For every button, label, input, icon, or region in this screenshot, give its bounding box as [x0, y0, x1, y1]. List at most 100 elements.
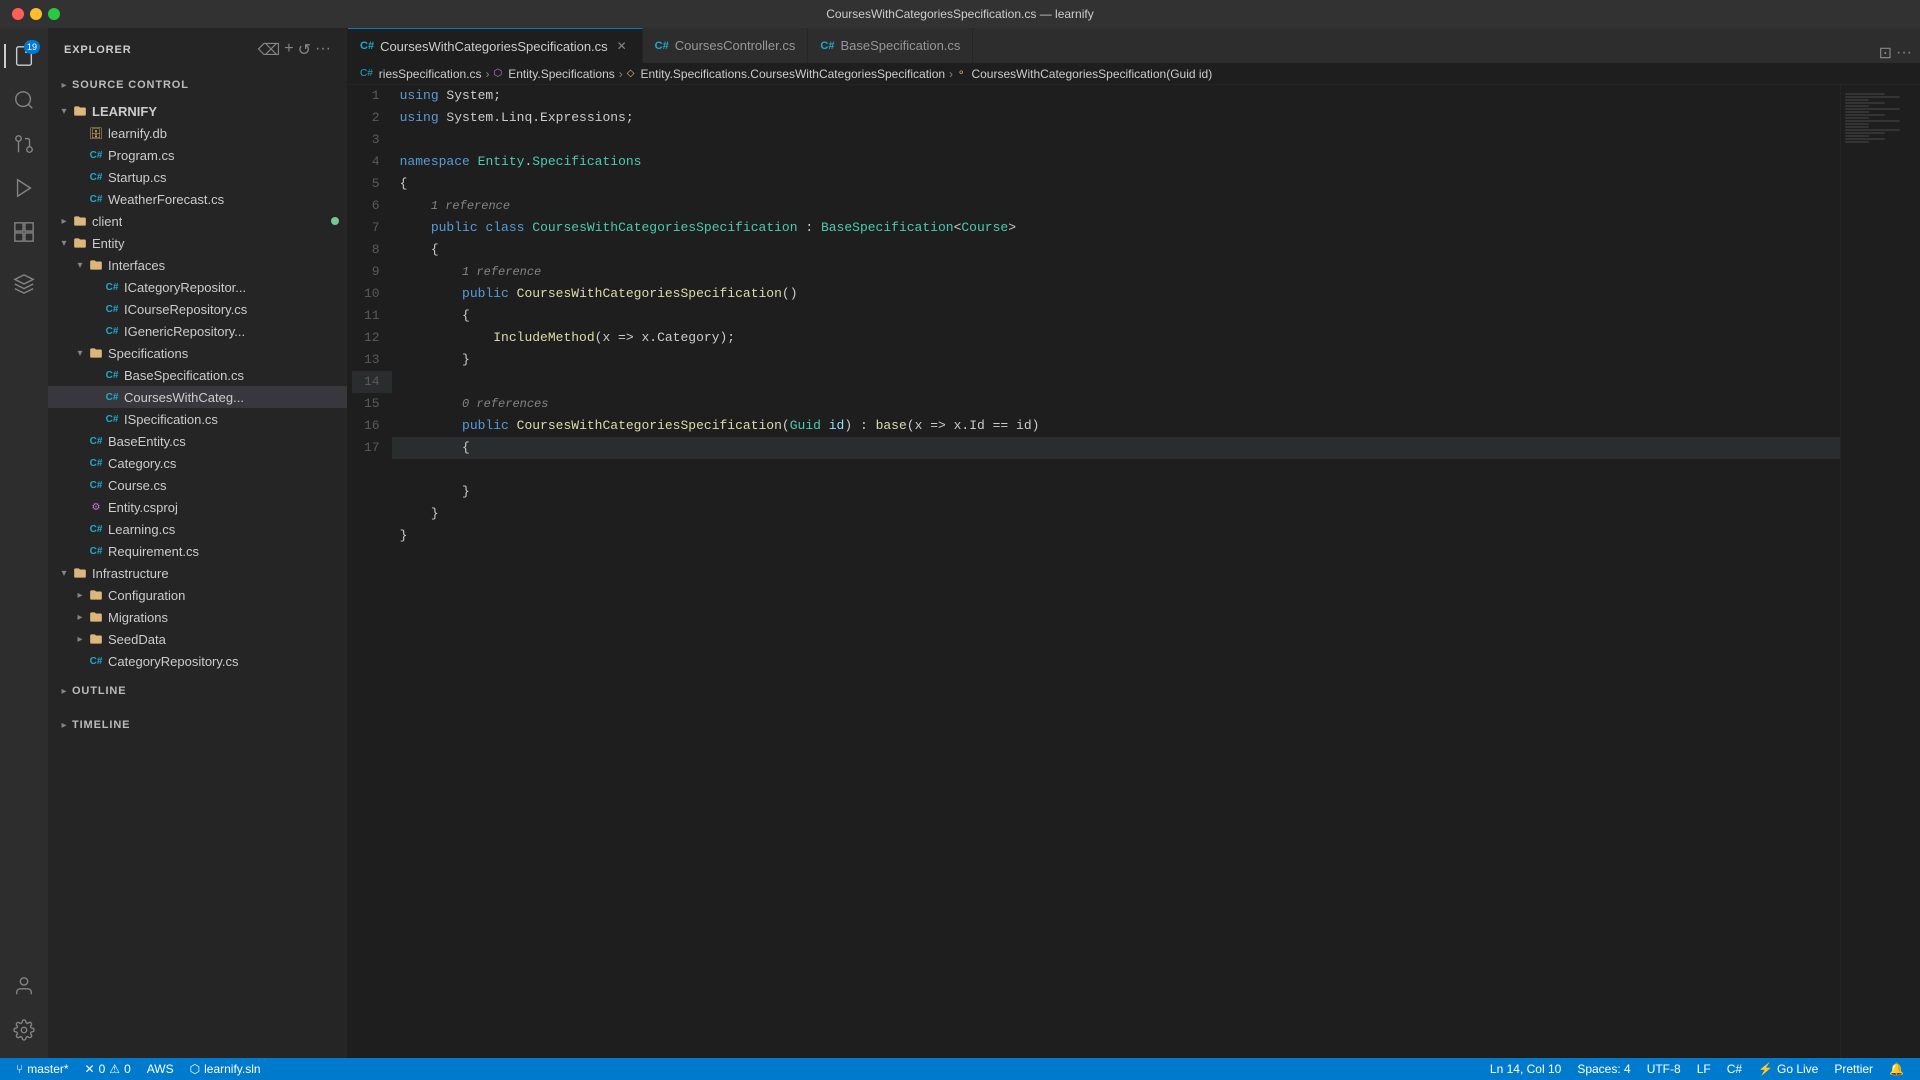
new-folder-icon[interactable]: + [284, 40, 293, 60]
status-encoding[interactable]: UTF-8 [1639, 1058, 1689, 1080]
status-position[interactable]: Ln 14, Col 10 [1482, 1058, 1569, 1080]
window-title: CoursesWithCategoriesSpecification.cs — … [826, 7, 1093, 21]
folder-configuration[interactable]: Configuration [48, 584, 347, 606]
source-control-header[interactable]: SOURCE CONTROL [48, 74, 347, 96]
file-course[interactable]: C# Course.cs [48, 474, 347, 496]
status-go-live[interactable]: ⚡ Go Live [1750, 1058, 1826, 1080]
file-base-spec[interactable]: C# BaseSpecification.cs [48, 364, 347, 386]
folder-interfaces[interactable]: Interfaces [48, 254, 347, 276]
file-requirement[interactable]: C# Requirement.cs [48, 540, 347, 562]
cs-file-icon: C# [104, 367, 120, 383]
cs-file-icon: C# [104, 279, 120, 295]
sidebar: EXPLORER ⌫ + ↺ ··· SOURCE CONTROL [48, 28, 348, 1058]
file-weatherforecast-cs[interactable]: C# WeatherForecast.cs [48, 188, 347, 210]
outline-header[interactable]: OUTLINE [48, 680, 347, 702]
status-solution[interactable]: ⬡ learnify.sln [182, 1058, 269, 1080]
file-category[interactable]: C# Category.cs [48, 452, 347, 474]
folder-label: Interfaces [108, 258, 165, 273]
file-learning[interactable]: C# Learning.cs [48, 518, 347, 540]
cs-file-icon: C# [88, 543, 104, 559]
folder-specifications[interactable]: Specifications [48, 342, 347, 364]
file-igeneric-repo[interactable]: C# IGenericRepository... [48, 320, 347, 342]
folder-label: Entity [92, 236, 125, 251]
folder-entity[interactable]: Entity [48, 232, 347, 254]
activity-source-control[interactable] [4, 124, 44, 164]
activity-extensions[interactable] [4, 212, 44, 252]
minimize-button[interactable] [30, 8, 42, 20]
activity-settings[interactable] [4, 1010, 44, 1050]
tab-base-specification[interactable]: C# BaseSpecification.cs [808, 28, 973, 63]
timeline-header[interactable]: TIMELINE [48, 714, 347, 736]
more-options-icon[interactable]: ··· [315, 40, 331, 60]
folder-icon [88, 609, 104, 625]
file-program-cs[interactable]: C# Program.cs [48, 144, 347, 166]
cs-file-icon: C# [88, 455, 104, 471]
maximize-button[interactable] [48, 8, 60, 20]
file-ispec[interactable]: C# ISpecification.cs [48, 408, 347, 430]
file-icategory-repo[interactable]: C# ICategoryRepositor... [48, 276, 347, 298]
leaf-spacer [88, 279, 104, 295]
status-errors[interactable]: ✕ 0 ⚠ 0 [77, 1058, 139, 1080]
status-remote[interactable]: AWS [139, 1058, 182, 1080]
file-category-repo[interactable]: C# CategoryRepository.cs [48, 650, 347, 672]
close-button[interactable] [12, 8, 24, 20]
cs-file-icon: C# [88, 477, 104, 493]
bell-icon: 🔔 [1889, 1062, 1904, 1076]
breadcrumb-namespace[interactable]: Entity.Specifications [508, 67, 615, 81]
activity-run[interactable] [4, 168, 44, 208]
tab-close-icon[interactable]: ✕ [614, 38, 630, 54]
leaf-spacer [72, 499, 88, 515]
file-startup-cs[interactable]: C# Startup.cs [48, 166, 347, 188]
title-bar: CoursesWithCategoriesSpecification.cs — … [0, 0, 1920, 28]
solution-name: learnify.sln [204, 1062, 260, 1076]
folder-icon [88, 631, 104, 647]
activity-explorer[interactable]: 19 [4, 36, 44, 76]
editor[interactable]: 1 2 3 4 5 6 7 8 9 10 11 12 13 14 15 16 1… [348, 85, 1920, 1058]
file-learnify-db[interactable]: 🗄 learnify.db [48, 122, 347, 144]
tab-courses-with-categories[interactable]: C# CoursesWithCategoriesSpecification.cs… [348, 28, 643, 63]
folder-infrastructure[interactable]: Infrastructure [48, 562, 347, 584]
cs-file-icon: C# [104, 301, 120, 317]
code-editor[interactable]: using System; using System.Linq.Expressi… [392, 85, 1840, 1058]
refresh-icon[interactable]: ↺ [298, 40, 311, 60]
cs-file-icon: C# [88, 191, 104, 207]
file-label: BaseSpecification.cs [124, 368, 244, 383]
cs-file-icon: C# [104, 389, 120, 405]
minimap-content [1841, 93, 1920, 1058]
tab-courses-controller[interactable]: C# CoursesController.cs [643, 28, 809, 63]
interfaces-arrow [72, 257, 88, 273]
go-live-text: Go Live [1777, 1062, 1818, 1076]
breadcrumb-method[interactable]: CoursesWithCategoriesSpecification(Guid … [971, 67, 1212, 81]
sidebar-actions: ⌫ + ↺ ··· [258, 40, 331, 60]
breadcrumb-class[interactable]: Entity.Specifications.CoursesWithCategor… [640, 67, 945, 81]
status-language[interactable]: C# [1719, 1058, 1750, 1080]
activity-remote[interactable] [4, 264, 44, 304]
split-editor-icon[interactable]: ⊡ [1879, 43, 1892, 63]
activity-account[interactable] [4, 966, 44, 1006]
file-label: Entity.csproj [108, 500, 178, 515]
file-label: Program.cs [108, 148, 174, 163]
db-file-icon: 🗄 [88, 125, 104, 141]
file-entity-csproj[interactable]: ⚙ Entity.csproj [48, 496, 347, 518]
status-branch[interactable]: ⑂ master* [8, 1058, 77, 1080]
file-icourse-repo[interactable]: C# ICourseRepository.cs [48, 298, 347, 320]
folder-icon [72, 565, 88, 581]
error-count: 0 [99, 1062, 106, 1076]
breadcrumb-file[interactable]: riesSpecification.cs [379, 67, 482, 81]
file-base-entity[interactable]: C# BaseEntity.cs [48, 430, 347, 452]
folder-migrations[interactable]: Migrations [48, 606, 347, 628]
folder-client[interactable]: client [48, 210, 347, 232]
more-actions-icon[interactable]: ··· [1896, 44, 1912, 62]
file-label: learnify.db [108, 126, 167, 141]
status-notifications[interactable]: 🔔 [1881, 1058, 1912, 1080]
learnify-root[interactable]: LEARNIFY [48, 100, 347, 122]
file-courses-with-categ[interactable]: C# CoursesWithCateg... [48, 386, 347, 408]
folder-seeddata[interactable]: SeedData [48, 628, 347, 650]
status-prettier[interactable]: Prettier [1826, 1058, 1881, 1080]
status-line-ending[interactable]: LF [1689, 1058, 1719, 1080]
status-spaces[interactable]: Spaces: 4 [1569, 1058, 1638, 1080]
folder-icon [88, 257, 104, 273]
source-control-arrow [56, 77, 72, 93]
new-file-icon[interactable]: ⌫ [258, 40, 281, 60]
activity-search[interactable] [4, 80, 44, 120]
